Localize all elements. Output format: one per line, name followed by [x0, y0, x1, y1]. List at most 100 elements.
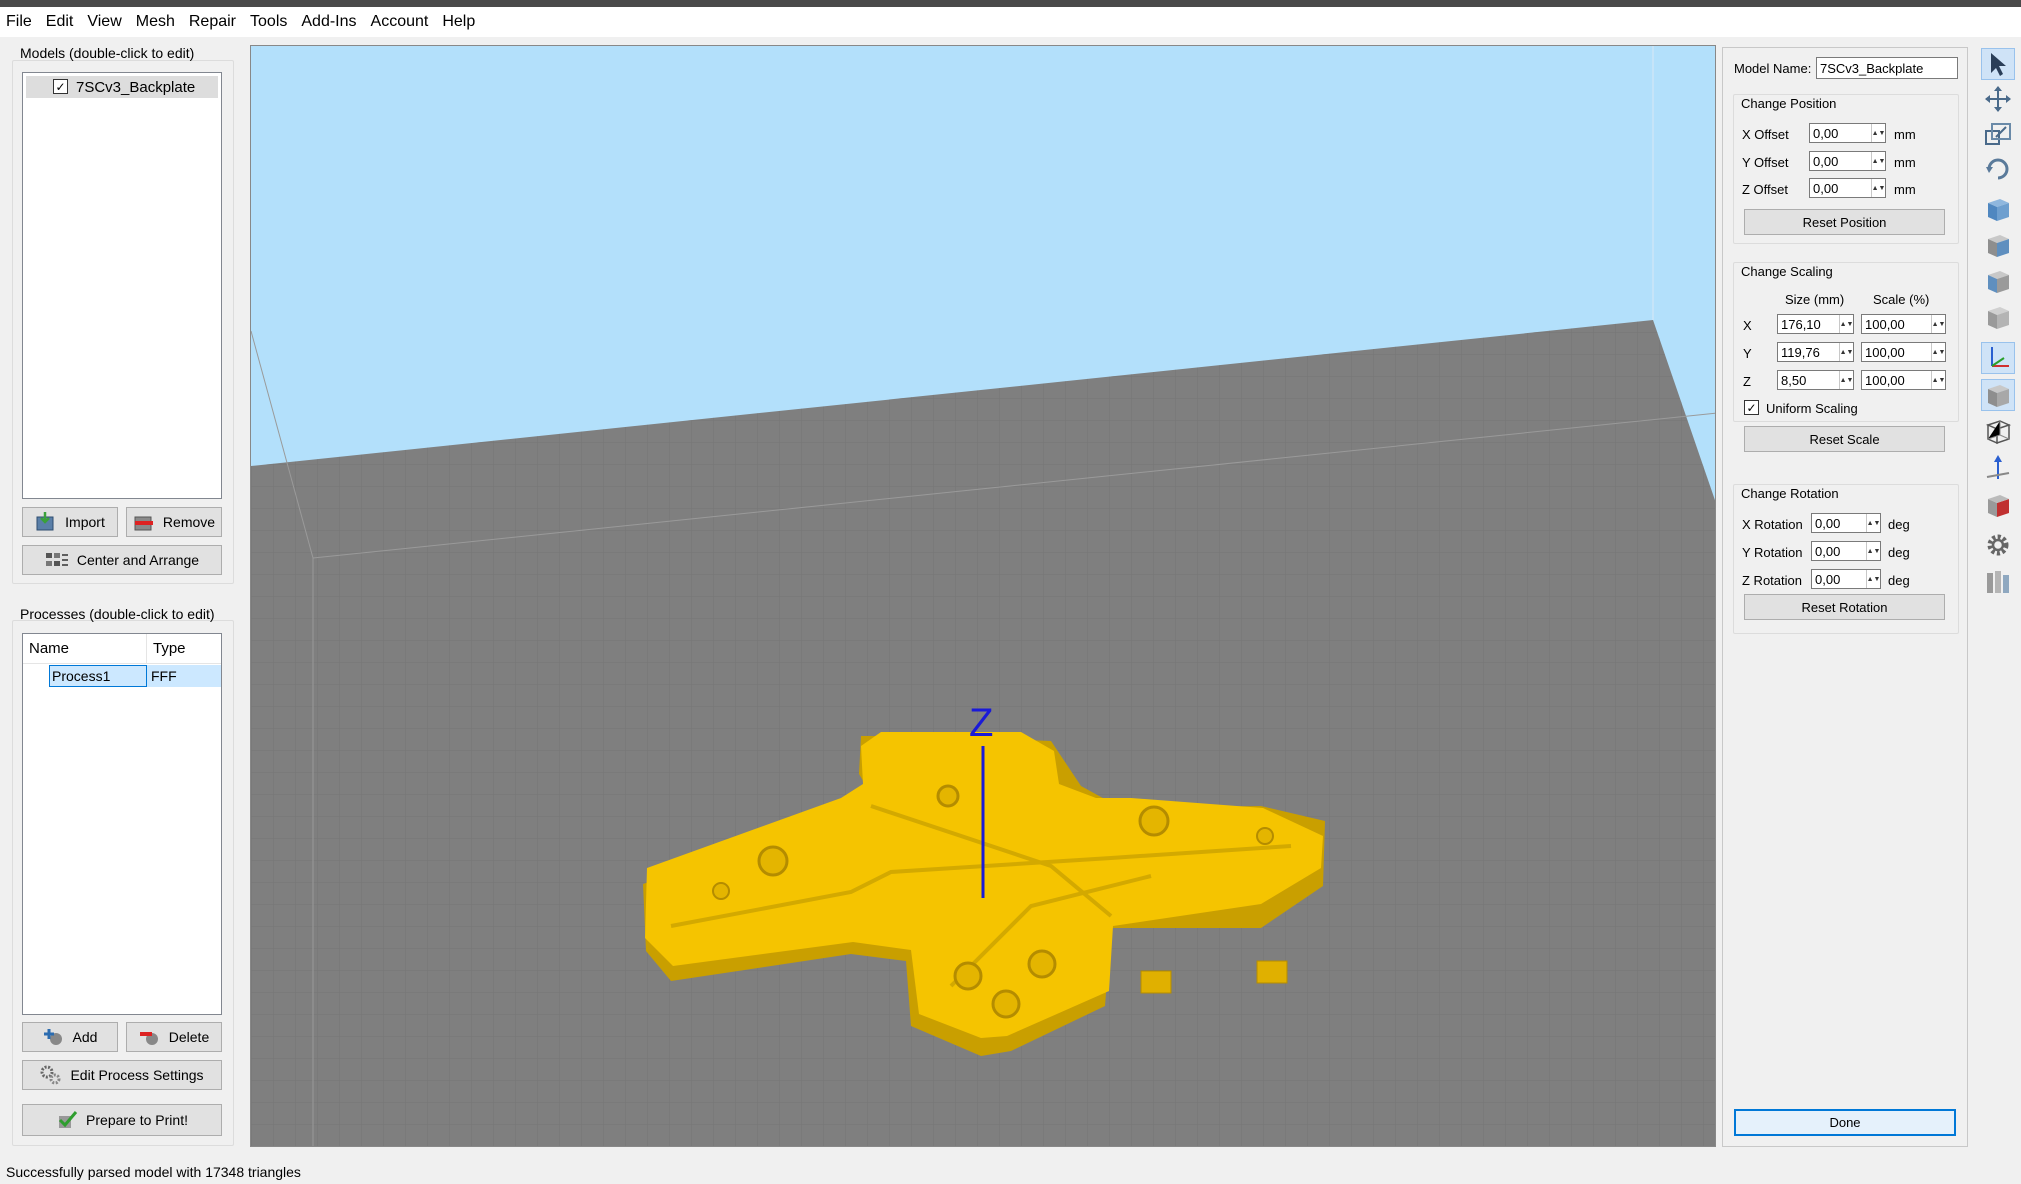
- spin-arrows-icon[interactable]: ▲▼: [1866, 570, 1880, 588]
- spin-arrows-icon[interactable]: ▲▼: [1866, 542, 1880, 560]
- spin-arrows-icon[interactable]: ▲▼: [1839, 371, 1853, 389]
- x-offset-input[interactable]: 0,00 ▲▼: [1809, 123, 1886, 143]
- solid-cube-icon: [1988, 385, 2009, 407]
- rotation-group-title: Change Rotation: [1741, 486, 1839, 501]
- edit-process-settings-button[interactable]: Edit Process Settings: [22, 1060, 222, 1090]
- prepare-to-print-button[interactable]: Prepare to Print!: [22, 1104, 222, 1136]
- y-offset-value: 0,00: [1813, 153, 1839, 169]
- table-row[interactable]: Process1 FFF: [23, 665, 221, 687]
- menu-repair[interactable]: Repair: [182, 7, 243, 37]
- gears-icon: [40, 1065, 61, 1085]
- reset-scale-button[interactable]: Reset Scale: [1744, 426, 1945, 452]
- x-offset-label: X Offset: [1742, 127, 1789, 142]
- y-offset-input[interactable]: 0,00 ▲▼: [1809, 151, 1886, 171]
- z-rotation-input[interactable]: 0,00 ▲▼: [1811, 569, 1881, 589]
- list-item-model[interactable]: ✓ 7SCv3_Backplate: [26, 76, 218, 98]
- models-list[interactable]: ✓ 7SCv3_Backplate: [22, 72, 222, 499]
- scale-y-input[interactable]: 100,00 ▲▼: [1861, 342, 1946, 362]
- uniform-scaling-checkbox[interactable]: ✓: [1744, 400, 1759, 415]
- tool-cross-section[interactable]: [1981, 489, 2015, 521]
- y-rotation-input[interactable]: 0,00 ▲▼: [1811, 541, 1881, 561]
- uniform-scaling-label: Uniform Scaling: [1766, 401, 1858, 416]
- x-rotation-input[interactable]: 0,00 ▲▼: [1811, 513, 1881, 533]
- size-z-input[interactable]: 8,50 ▲▼: [1777, 370, 1854, 390]
- spin-arrows-icon[interactable]: ▲▼: [1871, 124, 1885, 142]
- remove-button[interactable]: Remove: [126, 507, 222, 537]
- tool-move[interactable]: [1981, 83, 2015, 115]
- scale-x-value: 100,00: [1865, 316, 1905, 332]
- tool-normals[interactable]: [1981, 451, 2015, 483]
- menu-file[interactable]: File: [0, 7, 39, 37]
- spin-arrows-icon[interactable]: ▲▼: [1871, 179, 1885, 197]
- tool-wireframe[interactable]: [1981, 415, 2015, 447]
- model-visible-checkbox[interactable]: ✓: [53, 79, 68, 94]
- view-front-cube-icon: [1988, 235, 2009, 257]
- menu-view[interactable]: View: [80, 7, 128, 37]
- add-label: Add: [72, 1029, 98, 1045]
- tool-select[interactable]: [1981, 48, 2015, 80]
- position-group-title: Change Position: [1741, 96, 1837, 111]
- process-type-cell: FFF: [147, 665, 221, 687]
- reset-rotation-button[interactable]: Reset Rotation: [1744, 594, 1945, 620]
- spin-arrows-icon[interactable]: ▲▼: [1839, 315, 1853, 333]
- tool-bed[interactable]: [1981, 565, 2015, 597]
- size-x-input[interactable]: 176,10 ▲▼: [1777, 314, 1854, 334]
- menu-help[interactable]: Help: [435, 7, 482, 37]
- center-arrange-button[interactable]: Center and Arrange: [22, 545, 222, 575]
- tool-view-iso[interactable]: [1981, 301, 2015, 333]
- spin-arrows-icon[interactable]: ▲▼: [1871, 152, 1885, 170]
- spin-arrows-icon[interactable]: ▲▼: [1931, 371, 1945, 389]
- x-offset-unit: mm: [1894, 127, 1916, 142]
- z-offset-input[interactable]: 0,00 ▲▼: [1809, 178, 1886, 198]
- y-rotation-unit: deg: [1888, 545, 1910, 560]
- scale-x-label: X: [1743, 318, 1752, 333]
- scale-x-input[interactable]: 100,00 ▲▼: [1861, 314, 1946, 334]
- spin-arrows-icon[interactable]: ▲▼: [1866, 514, 1880, 532]
- scale-z-label: Z: [1743, 374, 1751, 389]
- processes-table[interactable]: Name Type Process1 FFF: [22, 633, 222, 1015]
- process-name-cell[interactable]: Process1: [49, 665, 147, 687]
- tool-settings[interactable]: [1981, 529, 2015, 561]
- scale-z-input[interactable]: 100,00 ▲▼: [1861, 370, 1946, 390]
- menu-mesh[interactable]: Mesh: [129, 7, 182, 37]
- menu-tools[interactable]: Tools: [243, 7, 294, 37]
- edit-process-label: Edit Process Settings: [70, 1067, 204, 1083]
- z-axis-label: Z: [969, 701, 993, 745]
- prepare-label: Prepare to Print!: [86, 1112, 188, 1128]
- column-header-name[interactable]: Name: [23, 634, 147, 663]
- tool-axes[interactable]: [1981, 342, 2015, 374]
- z-offset-value: 0,00: [1813, 180, 1839, 196]
- processes-group-title: Processes (double-click to edit): [20, 606, 215, 622]
- axes-icon: [1991, 347, 2009, 367]
- spin-arrows-icon[interactable]: ▲▼: [1931, 343, 1945, 361]
- reset-position-button[interactable]: Reset Position: [1744, 209, 1945, 235]
- tool-view-front[interactable]: [1981, 229, 2015, 261]
- spin-arrows-icon[interactable]: ▲▼: [1931, 315, 1945, 333]
- spin-arrows-icon[interactable]: ▲▼: [1839, 343, 1853, 361]
- tool-solid[interactable]: [1981, 379, 2015, 411]
- 3d-viewport[interactable]: Z: [250, 45, 1716, 1147]
- move-icon: [1985, 86, 2011, 112]
- menu-add-ins[interactable]: Add-Ins: [294, 7, 363, 37]
- tool-rotate[interactable]: [1981, 153, 2015, 185]
- import-button[interactable]: Import: [22, 507, 118, 537]
- menu-edit[interactable]: Edit: [39, 7, 81, 37]
- z-rotation-unit: deg: [1888, 573, 1910, 588]
- x-rotation-value: 0,00: [1815, 515, 1841, 531]
- menu-account[interactable]: Account: [364, 7, 436, 37]
- scale-z-value: 100,00: [1865, 372, 1905, 388]
- delete-label: Delete: [168, 1029, 210, 1045]
- properties-panel: Model Name: 7SCv3_Backplate Change Posit…: [1722, 47, 1968, 1147]
- tool-scale[interactable]: [1981, 118, 2015, 150]
- tool-view-top[interactable]: [1981, 193, 2015, 225]
- view-iso-cube-icon: [1988, 307, 2009, 329]
- add-process-button[interactable]: Add: [22, 1022, 118, 1052]
- delete-process-button[interactable]: Delete: [126, 1022, 222, 1052]
- tool-view-side[interactable]: [1981, 265, 2015, 297]
- arrange-icon: [45, 553, 68, 566]
- size-y-input[interactable]: 119,76 ▲▼: [1777, 342, 1854, 362]
- model-name-input[interactable]: 7SCv3_Backplate: [1816, 57, 1958, 79]
- done-button[interactable]: Done: [1734, 1109, 1956, 1136]
- column-header-type[interactable]: Type: [147, 634, 221, 663]
- cross-section-icon: [1988, 495, 2009, 517]
